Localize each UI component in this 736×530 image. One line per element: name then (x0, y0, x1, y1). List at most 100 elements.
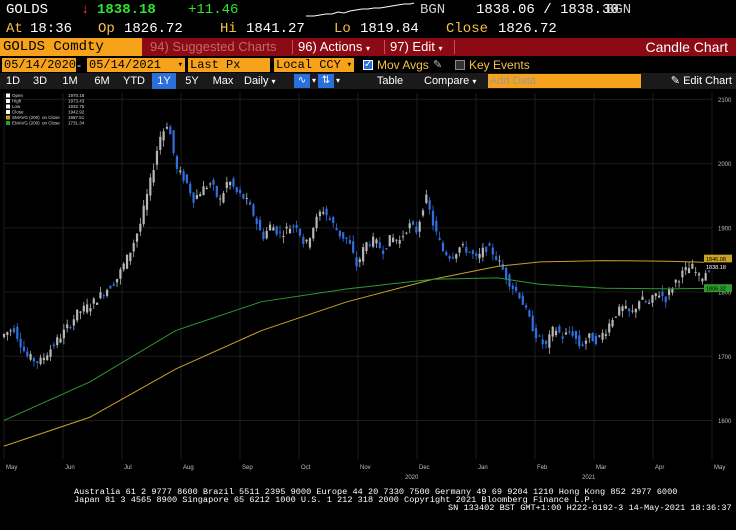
candle-body (26, 351, 29, 357)
add-data-input[interactable]: Add Data (488, 74, 641, 88)
range-1y[interactable]: 1Y (152, 73, 176, 89)
candle-body (694, 271, 697, 273)
candle-body (155, 150, 159, 165)
range-1d[interactable]: 1D (2, 73, 24, 89)
candle-body (139, 223, 142, 232)
candle-body (302, 237, 305, 244)
candle-body (6, 331, 9, 336)
candle-body (511, 285, 514, 290)
x-tick-label: Dec (419, 465, 430, 471)
security-field[interactable]: GOLDS Comdty (0, 38, 142, 56)
compare-button[interactable]: Compare ▾ (424, 73, 484, 89)
candle-body (308, 238, 312, 248)
candle-body (358, 259, 361, 263)
candle-body (182, 171, 185, 181)
candle-body (102, 295, 105, 297)
candle-body (628, 308, 631, 312)
candle-chart[interactable]: 1600170018001900200021001846.081838.1818… (0, 89, 736, 485)
legend-value: 1932.75 (68, 104, 85, 109)
x-tick-label: Mar (596, 465, 606, 471)
close-label: Close (446, 21, 489, 37)
candle-body (49, 349, 52, 357)
candle-body (641, 296, 644, 300)
legend-swatch (6, 115, 10, 120)
candle-body (388, 235, 391, 247)
candle-body (524, 305, 528, 308)
y-tick-label: 1900 (718, 226, 732, 232)
candle-body (441, 242, 445, 252)
candle-body (192, 192, 195, 203)
candle-body (328, 218, 331, 220)
currency-select[interactable]: Local CCY ▾ (274, 58, 354, 72)
end-date-value: 05/14/2021 (89, 58, 162, 72)
candle-body (594, 335, 598, 345)
x-tick-label: Jun (65, 465, 75, 471)
candle-body (475, 253, 478, 256)
candle-body (295, 225, 298, 228)
legend-name: SMAVG (200) (12, 115, 40, 120)
date-separator: - (77, 58, 81, 72)
actions-menu[interactable]: 96) Actions ▾ (298, 38, 370, 56)
actions-label: Actions (319, 39, 363, 54)
table-button[interactable]: Table (372, 73, 408, 89)
line-chart-icon[interactable]: ∿ (294, 74, 310, 88)
candle-body (451, 256, 455, 259)
candle-body (415, 226, 418, 233)
candle-body (571, 331, 574, 336)
mov-avgs-checkbox[interactable] (363, 57, 373, 73)
currency-value: Local CCY (276, 58, 341, 72)
candle-body (202, 186, 205, 196)
candle-body (538, 335, 541, 337)
candle-body (681, 270, 684, 278)
crosshair-icon[interactable]: ⇅ (318, 74, 334, 88)
chevron-down-icon[interactable]: ▾ (334, 73, 342, 89)
candle-body (345, 237, 348, 239)
candle-body (667, 289, 671, 296)
candle-body (505, 267, 508, 280)
range-3d[interactable]: 3D (28, 73, 52, 89)
legend-name: Open (12, 93, 24, 98)
candle-body (272, 227, 275, 231)
candle-body (488, 243, 491, 246)
ask-source: BGN (606, 2, 632, 18)
ticker-symbol: GOLDS (6, 2, 49, 18)
frequency-select[interactable]: Daily ▾ (244, 73, 288, 89)
high-label: Hi (220, 21, 237, 37)
candle-body (42, 357, 46, 361)
candle-body (219, 198, 222, 200)
suggested-charts-menu[interactable]: 94) Suggested Charts (150, 38, 277, 56)
chevron-down-icon[interactable]: ▾ (310, 73, 318, 89)
candle-body (172, 130, 175, 154)
candle-body (578, 335, 581, 347)
candle-body (315, 216, 318, 229)
candle-body (285, 226, 288, 229)
candle-body (348, 240, 351, 244)
candle-body (687, 268, 691, 274)
range-5y[interactable]: 5Y (180, 73, 204, 89)
candle-body (16, 326, 19, 339)
candle-body (644, 301, 647, 303)
pencil-icon[interactable]: ✎ (433, 57, 442, 73)
price-field-select[interactable]: Last Px (188, 58, 270, 72)
candle-body (551, 326, 554, 337)
key-events-checkbox[interactable] (455, 60, 465, 70)
range-1m[interactable]: 1M (56, 73, 84, 89)
legend-value: 1731.34 (68, 121, 85, 126)
candle-body (175, 156, 179, 169)
range-max[interactable]: Max (208, 73, 238, 89)
end-date-field[interactable]: 05/14/2021 ▾ (87, 58, 185, 72)
calendar-dropdown-icon: ▾ (177, 60, 183, 70)
candle-body (255, 218, 258, 224)
candle-body (515, 286, 518, 291)
candle-body (481, 247, 484, 258)
edit-menu[interactable]: 97) Edit ▾ (390, 38, 442, 56)
start-date-field[interactable]: 05/14/2020 (2, 58, 76, 72)
range-6m[interactable]: 6M (88, 73, 116, 89)
candle-body (658, 295, 661, 298)
range-ytd[interactable]: YTD (120, 73, 148, 89)
candle-body (704, 273, 707, 281)
edit-chart-button[interactable]: ✎ Edit Chart (671, 73, 732, 89)
legend-swatch (6, 104, 10, 109)
candle-body (165, 127, 169, 129)
at-label: At (6, 21, 23, 37)
